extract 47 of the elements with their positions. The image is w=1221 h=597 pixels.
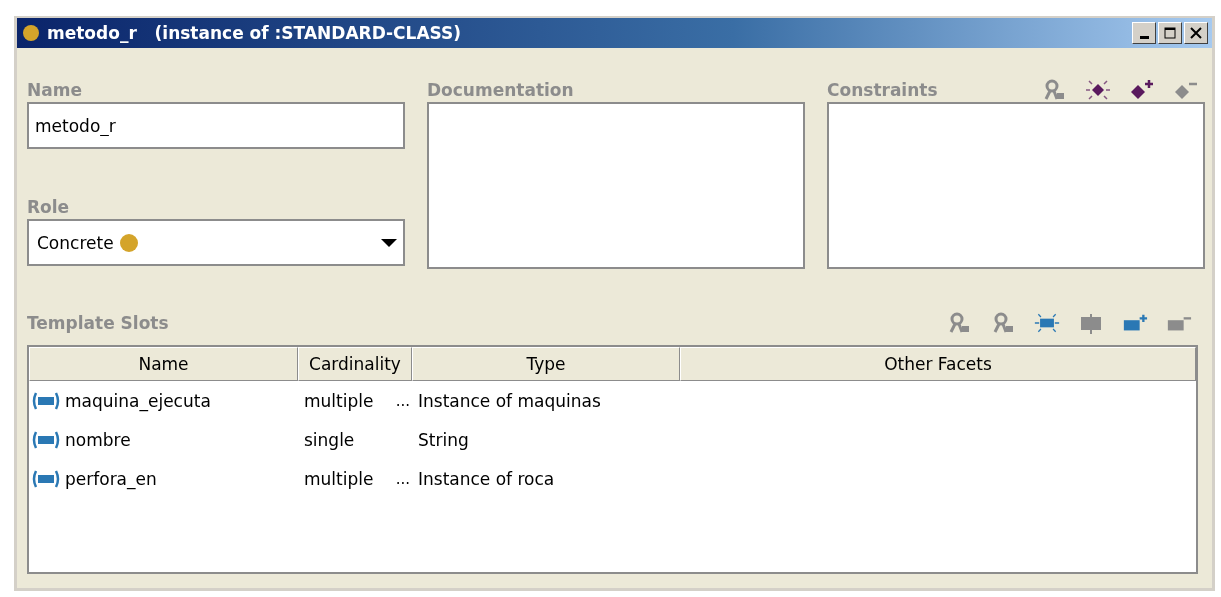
- column-header[interactable]: Name: [29, 347, 298, 381]
- section-label: Template Slots: [27, 312, 169, 335]
- person-icon: [947, 312, 971, 334]
- close-icon: [1190, 27, 1202, 39]
- sparkle-icon: [1085, 79, 1111, 101]
- truncation-mark: ...: [395, 391, 410, 410]
- field-label: Role: [27, 196, 71, 219]
- column-header[interactable]: Other Facets: [680, 347, 1196, 381]
- column-header[interactable]: Type: [412, 347, 680, 381]
- person-icon: [991, 312, 1015, 334]
- constraints-field[interactable]: [827, 102, 1205, 269]
- column-header[interactable]: Cardinality: [298, 347, 412, 381]
- sparkle-icon: [1034, 311, 1060, 335]
- person-icon: [1042, 79, 1066, 101]
- table-cell-text: multiple: [303, 468, 374, 489]
- plus-icon: [1129, 79, 1155, 101]
- slot-icon: [31, 390, 61, 411]
- documentation-field[interactable]: [427, 102, 805, 269]
- field-label: Name: [27, 79, 83, 102]
- maximize-icon: [1164, 27, 1176, 39]
- table-cell-text: String: [417, 429, 470, 450]
- table-cell: nombre: [65, 429, 131, 450]
- minimize-button[interactable]: [1132, 22, 1156, 44]
- caret-icon: [381, 237, 397, 248]
- block-icon: [1078, 312, 1104, 334]
- window-title: metodo_r (instance of :STANDARD-CLASS): [47, 23, 462, 43]
- table-cell: perfora_en: [65, 468, 157, 489]
- instance-dot-icon: [23, 25, 39, 41]
- name-field[interactable]: metodo_r: [27, 102, 405, 149]
- role-dropdown[interactable]: Concrete: [27, 219, 405, 266]
- field-label: Constraints: [827, 79, 938, 102]
- minimize-icon: [1139, 35, 1149, 39]
- table-cell-text: single: [303, 429, 355, 450]
- truncation-mark: ...: [395, 469, 410, 488]
- add-constraint-button[interactable]: [1129, 78, 1155, 102]
- close-button[interactable]: [1184, 22, 1208, 44]
- table-cell-text: Instance of roca: [417, 468, 556, 489]
- table-cell-text: multiple: [303, 390, 374, 411]
- slot-icon: [31, 429, 61, 450]
- slot-icon: [31, 468, 61, 489]
- create-constraint-button[interactable]: [1085, 78, 1111, 102]
- maximize-button[interactable]: [1158, 22, 1182, 44]
- concrete-dot-icon: [119, 233, 138, 252]
- field-label: Documentation: [427, 79, 575, 102]
- table-cell: maquina_ejecuta: [65, 390, 211, 411]
- create-slot-button[interactable]: [1034, 311, 1060, 335]
- table-cell-text: Instance of maquinas: [417, 390, 602, 411]
